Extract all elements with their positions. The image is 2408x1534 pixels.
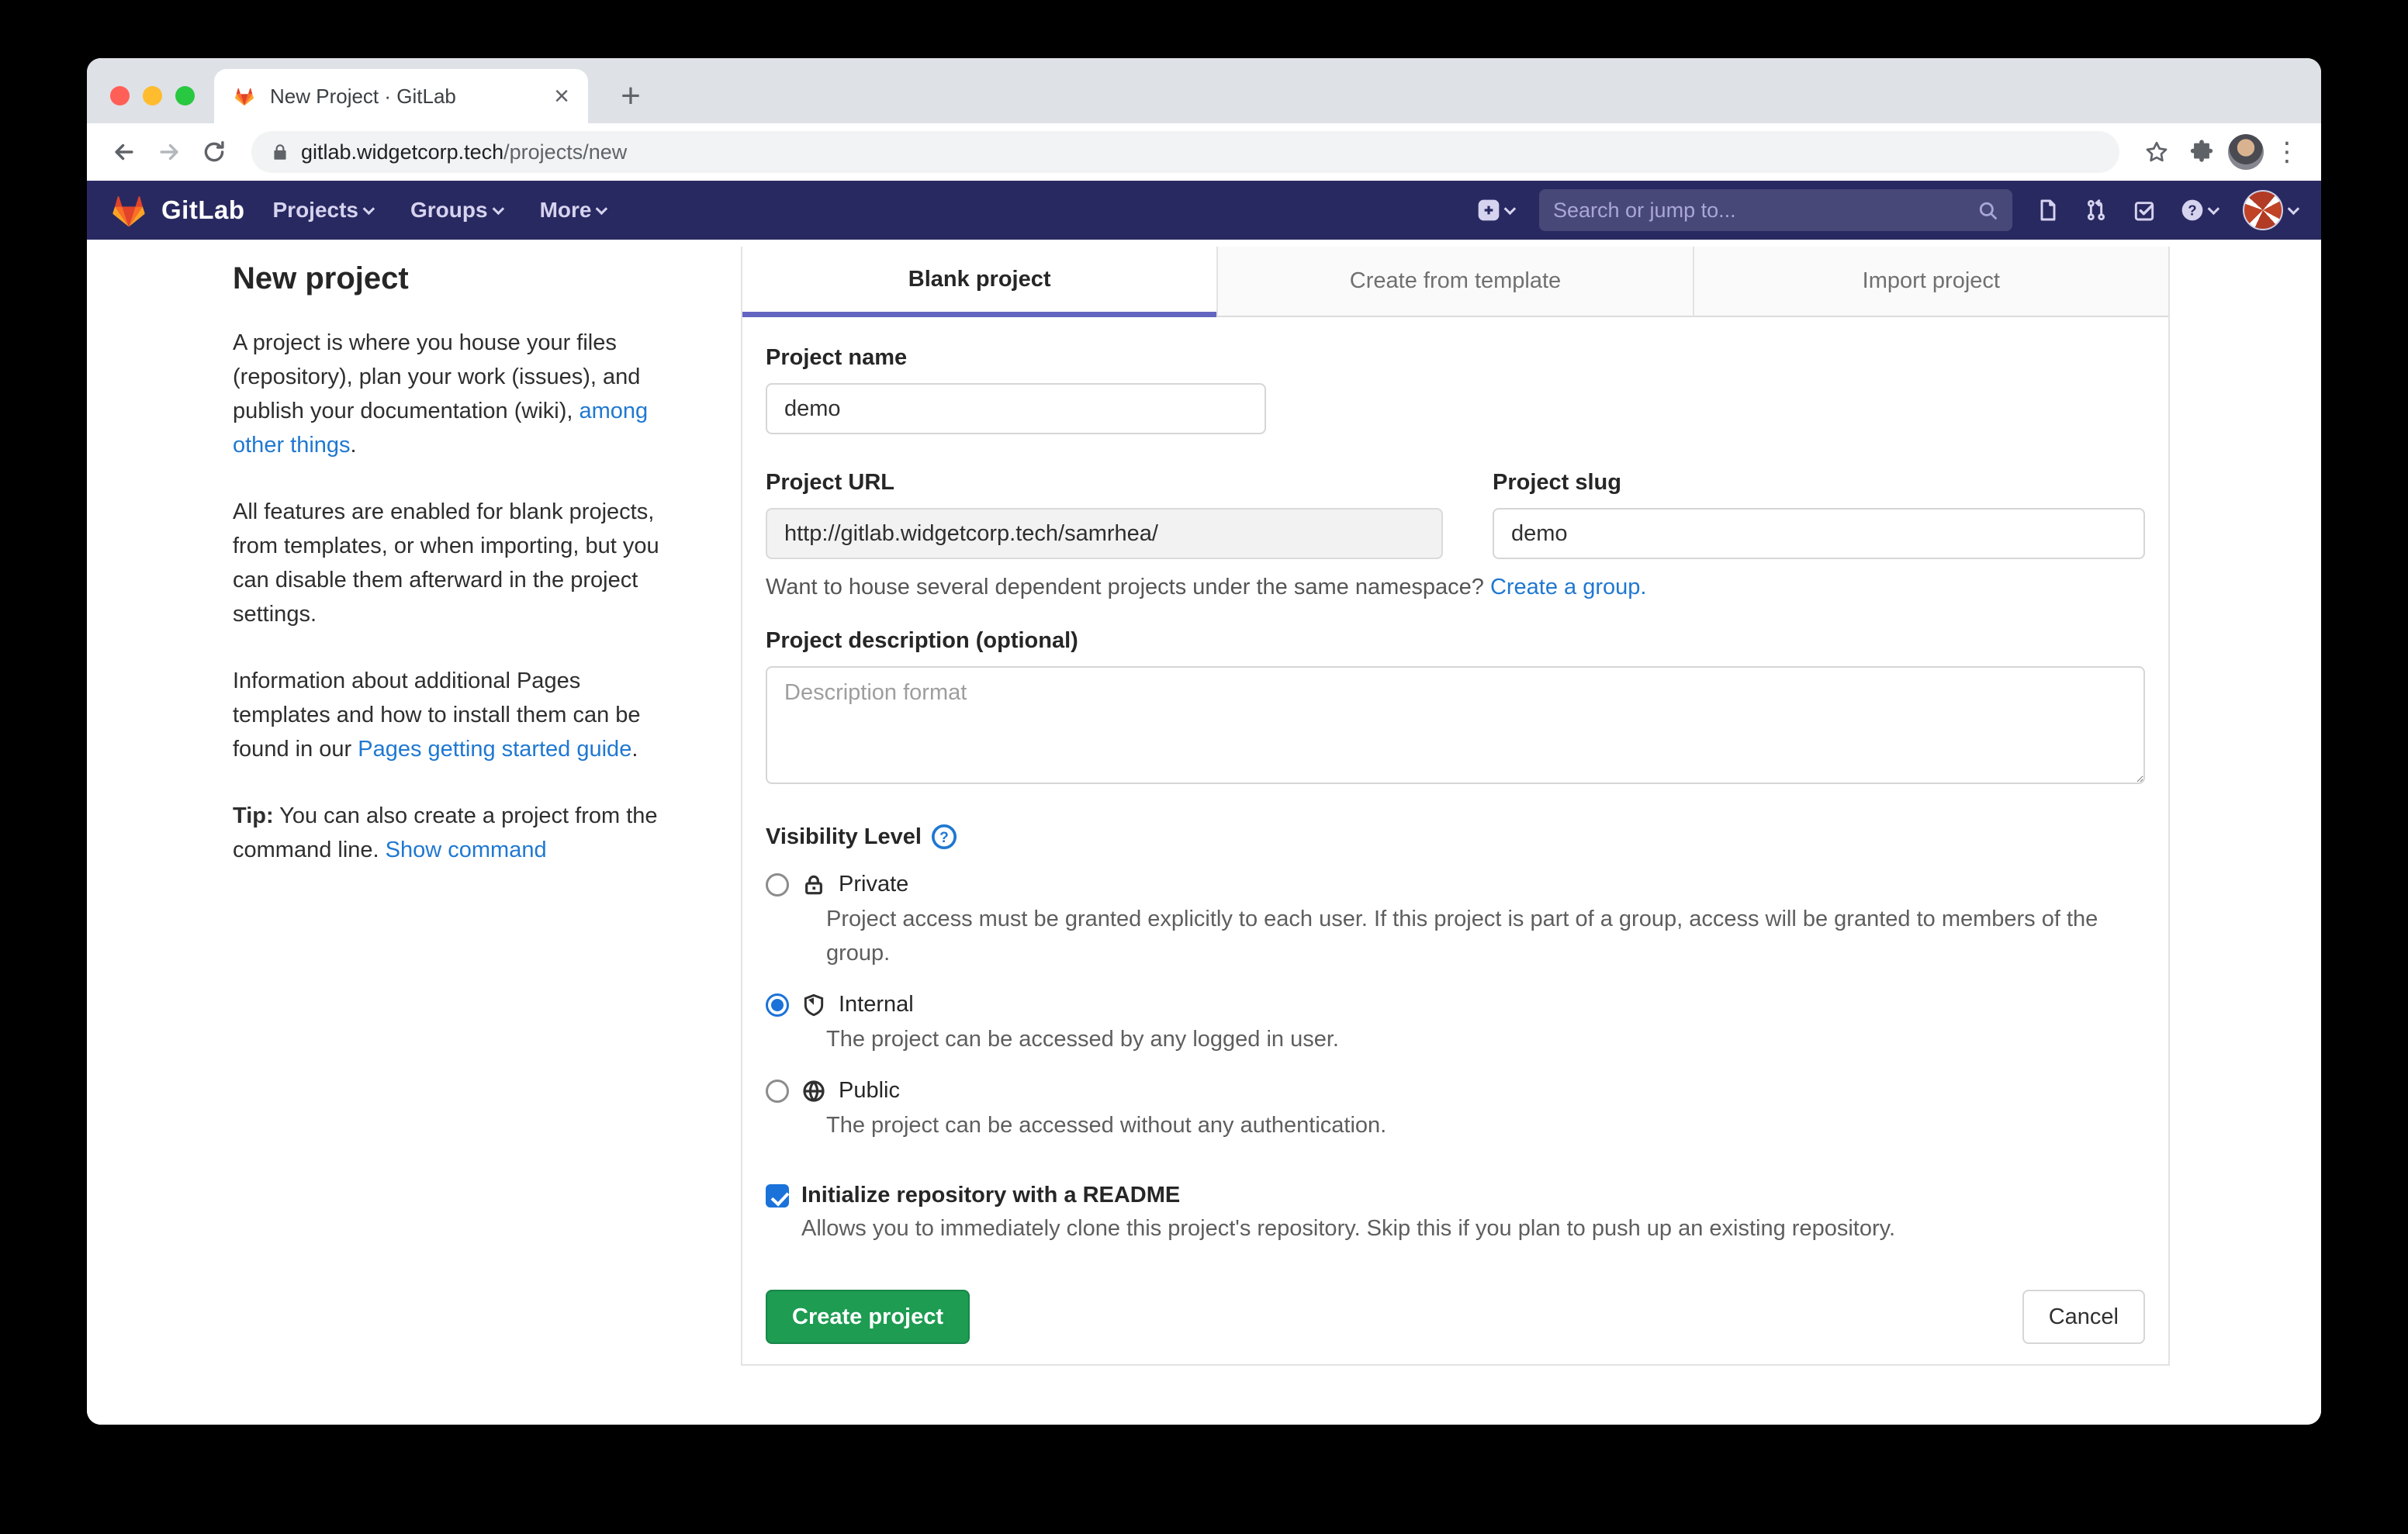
internal-description: The project can be accessed by any logge…: [826, 1022, 2137, 1056]
public-label: Public: [839, 1078, 900, 1104]
traffic-lights: [110, 86, 195, 105]
lock-icon: [801, 872, 826, 897]
visibility-option-internal: Internal The project can be accessed by …: [766, 992, 2145, 1056]
project-description-label: Project description (optional): [766, 628, 2145, 654]
browser-tabstrip: New Project · GitLab × +: [87, 58, 2321, 123]
user-menu-button[interactable]: [2243, 190, 2299, 230]
chevron-down-icon: [596, 202, 608, 215]
private-label: Private: [839, 872, 908, 897]
internal-radio[interactable]: [766, 993, 789, 1017]
private-description: Project access must be granted explicitl…: [826, 902, 2137, 970]
pages-guide-link[interactable]: Pages getting started guide: [358, 737, 631, 762]
visibility-option-private: Private Project access must be granted e…: [766, 872, 2145, 970]
reload-icon[interactable]: [195, 133, 233, 171]
visibility-help-icon[interactable]: ?: [931, 824, 957, 850]
page-content: New project A project is where you house…: [87, 240, 2321, 1425]
show-command-link[interactable]: Show command: [386, 838, 547, 862]
chevron-down-icon: [492, 202, 504, 215]
tab-title: New Project · GitLab: [270, 85, 540, 109]
project-type-tabs: Blank project Create from template Impor…: [742, 247, 2168, 317]
new-project-panel: Blank project Create from template Impor…: [741, 247, 2170, 1366]
namespace-helper: Want to house several dependent projects…: [766, 575, 2145, 600]
project-name-label: Project name: [766, 345, 2145, 371]
readme-section: Initialize repository with a README Allo…: [766, 1183, 2145, 1242]
gitlab-logo-icon[interactable]: [109, 190, 149, 230]
todos-icon[interactable]: [2132, 198, 2157, 223]
address-bar[interactable]: gitlab.widgetcorp.tech/projects/new: [251, 131, 2119, 173]
create-project-button[interactable]: Create project: [766, 1290, 970, 1344]
project-url-label: Project URL: [766, 470, 1443, 496]
globe-icon: [801, 1079, 826, 1104]
nav-item-more[interactable]: More: [540, 198, 608, 223]
visibility-level-label: Visibility Level: [766, 824, 922, 850]
browser-tab[interactable]: New Project · GitLab ×: [214, 69, 588, 123]
public-radio[interactable]: [766, 1080, 789, 1103]
chevron-down-icon: [363, 202, 375, 215]
extensions-puzzle-icon[interactable]: [2183, 133, 2220, 171]
close-window-button[interactable]: [110, 86, 130, 105]
shield-icon: [801, 993, 826, 1017]
zoom-window-button[interactable]: [175, 86, 195, 105]
tab-import-project[interactable]: Import project: [1693, 247, 2168, 317]
tip-label: Tip:: [233, 803, 274, 828]
private-radio[interactable]: [766, 873, 789, 897]
gitlab-favicon-icon: [233, 85, 256, 108]
svg-text:?: ?: [2188, 202, 2196, 219]
browser-toolbar: gitlab.widgetcorp.tech/projects/new ⋮: [87, 123, 2321, 181]
svg-text:?: ?: [939, 830, 949, 846]
sidebar-paragraph: All features are enabled for blank proje…: [233, 495, 673, 631]
sidebar-tip: Tip: You can also create a project from …: [233, 799, 673, 867]
browser-window: New Project · GitLab × + gitlab.widgetco…: [87, 58, 2321, 1425]
chevron-down-icon: [2208, 202, 2220, 215]
forward-icon[interactable]: [150, 133, 188, 171]
url-path: /projects/new: [503, 140, 627, 164]
project-description-textarea[interactable]: [766, 666, 2145, 784]
new-tab-button[interactable]: +: [608, 74, 653, 119]
sidebar-help-column: New project A project is where you house…: [233, 261, 673, 900]
issues-icon[interactable]: [2036, 198, 2060, 223]
search-input[interactable]: [1553, 199, 1977, 223]
sidebar-paragraph: Information about additional Pages templ…: [233, 664, 673, 766]
blank-project-form: Project name Project URL Project slug Wa…: [742, 317, 2168, 1364]
padlock-icon: [270, 142, 290, 162]
project-name-input[interactable]: [766, 383, 1266, 434]
create-a-group-link[interactable]: Create a group.: [1490, 575, 1647, 599]
readme-description: Allows you to immediately clone this pro…: [801, 1216, 2145, 1242]
search-bar[interactable]: [1539, 189, 2012, 231]
minimize-window-button[interactable]: [143, 86, 162, 105]
project-url-input[interactable]: [766, 508, 1443, 559]
help-menu-button[interactable]: ?: [2180, 198, 2219, 223]
project-slug-label: Project slug: [1493, 470, 2145, 496]
user-avatar: [2243, 190, 2283, 230]
chevron-down-icon: [1504, 202, 1517, 215]
tab-close-icon[interactable]: ×: [554, 83, 569, 109]
back-icon[interactable]: [106, 133, 143, 171]
sidebar-paragraph: A project is where you house your files …: [233, 326, 673, 462]
public-description: The project can be accessed without any …: [826, 1108, 2137, 1142]
search-icon: [1977, 199, 1998, 221]
bookmark-star-icon[interactable]: [2138, 133, 2175, 171]
gitlab-brand[interactable]: GitLab: [161, 195, 245, 225]
help-icon: ?: [2180, 198, 2205, 223]
merge-requests-icon[interactable]: [2084, 198, 2109, 223]
readme-label: Initialize repository with a README: [801, 1183, 1180, 1208]
url-domain: gitlab.widgetcorp.tech: [301, 140, 503, 164]
visibility-option-public: Public The project can be accessed witho…: [766, 1078, 2145, 1142]
nav-item-groups[interactable]: Groups: [410, 198, 504, 223]
gitlab-navbar: GitLab Projects Groups More: [87, 181, 2321, 240]
tab-blank-project[interactable]: Blank project: [742, 247, 1216, 317]
browser-menu-icon[interactable]: ⋮: [2271, 136, 2302, 168]
new-menu-button[interactable]: [1476, 198, 1516, 223]
internal-label: Internal: [839, 992, 914, 1017]
plus-square-icon: [1476, 198, 1501, 223]
nav-item-projects[interactable]: Projects: [273, 198, 375, 223]
tab-create-from-template[interactable]: Create from template: [1216, 247, 1692, 317]
readme-checkbox[interactable]: [766, 1184, 789, 1208]
url-text: gitlab.widgetcorp.tech/projects/new: [301, 140, 627, 164]
cancel-button[interactable]: Cancel: [2022, 1290, 2145, 1344]
chevron-down-icon: [2288, 202, 2300, 215]
page-title: New project: [233, 261, 673, 296]
project-slug-input[interactable]: [1493, 508, 2145, 559]
browser-profile-avatar[interactable]: [2228, 134, 2264, 170]
